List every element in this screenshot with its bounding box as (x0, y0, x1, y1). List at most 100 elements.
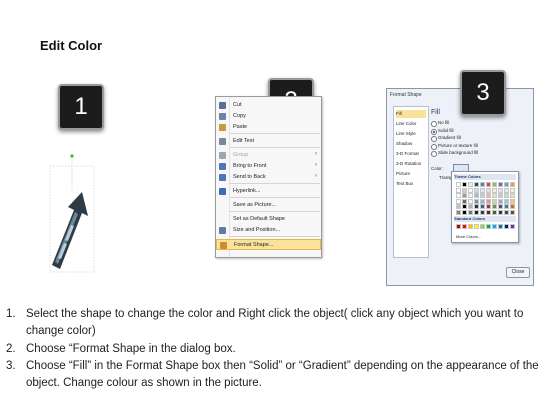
menu-item-edit-text[interactable]: Edit Text (216, 136, 321, 147)
theme-color-swatch[interactable] (462, 193, 467, 199)
theme-color-swatch[interactable] (486, 204, 491, 210)
fill-option-no-fill[interactable]: No fill (431, 120, 511, 127)
theme-color-swatch[interactable] (468, 204, 473, 210)
theme-color-swatch[interactable] (510, 210, 515, 215)
menu-item-send-to-back[interactable]: Send to Back › (216, 172, 321, 183)
standard-color-swatch[interactable] (510, 224, 515, 229)
theme-color-swatch[interactable] (480, 204, 485, 210)
theme-color-swatch[interactable] (468, 187, 473, 193)
theme-color-swatch[interactable] (510, 193, 515, 199)
theme-color-swatch[interactable] (456, 187, 461, 193)
theme-color-swatch[interactable] (456, 198, 461, 204)
menu-item-size-and-position[interactable]: Size and Position... (216, 225, 321, 236)
theme-color-swatch[interactable] (456, 204, 461, 210)
theme-color-swatch[interactable] (474, 187, 479, 193)
theme-color-swatch[interactable] (492, 210, 497, 215)
theme-color-swatch[interactable] (510, 204, 515, 210)
theme-color-swatch[interactable] (498, 193, 503, 199)
theme-color-swatch[interactable] (456, 193, 461, 199)
theme-color-swatch[interactable] (498, 198, 503, 204)
theme-color-swatch[interactable] (486, 210, 491, 215)
theme-color-swatch[interactable] (468, 198, 473, 204)
more-colors-link[interactable]: More Colors... (456, 234, 481, 239)
standard-color-swatch[interactable] (486, 224, 491, 229)
theme-color-swatch[interactable] (486, 198, 491, 204)
theme-color-swatch[interactable] (486, 193, 491, 199)
theme-color-swatch[interactable] (480, 210, 485, 215)
theme-color-swatch[interactable] (504, 187, 509, 193)
theme-color-swatch[interactable] (492, 198, 497, 204)
theme-color-swatch[interactable] (480, 187, 485, 193)
nav-item-shadow[interactable]: Shadow (396, 140, 426, 148)
theme-color-swatch[interactable] (468, 193, 473, 199)
menu-item-save-as-picture[interactable]: Save as Picture... (216, 200, 321, 211)
standard-color-swatch[interactable] (456, 224, 461, 229)
theme-color-swatch[interactable] (474, 204, 479, 210)
nav-item-3-d-rotation[interactable]: 3-D Rotation (396, 160, 426, 168)
theme-color-swatch[interactable] (486, 182, 491, 187)
theme-color-swatch[interactable] (498, 210, 503, 215)
theme-color-swatch[interactable] (492, 193, 497, 199)
standard-color-swatch[interactable] (492, 224, 497, 229)
theme-color-swatch[interactable] (462, 198, 467, 204)
theme-color-swatch[interactable] (498, 187, 503, 193)
theme-color-swatch[interactable] (492, 187, 497, 193)
theme-color-swatch[interactable] (474, 198, 479, 204)
standard-color-swatch[interactable] (462, 224, 467, 229)
theme-color-swatch[interactable] (510, 187, 515, 193)
standard-color-swatch[interactable] (480, 224, 485, 229)
fill-option-gradient-fill[interactable]: Gradient fill (431, 135, 511, 142)
nav-item-3-d-format[interactable]: 3-D Format (396, 150, 426, 158)
nav-item-line-style[interactable]: Line Style (396, 130, 426, 138)
theme-color-swatch[interactable] (480, 198, 485, 204)
theme-color-swatch[interactable] (468, 210, 473, 215)
menu-item-hyperlink[interactable]: Hyperlink... (216, 186, 321, 197)
theme-color-swatch[interactable] (462, 210, 467, 215)
theme-color-swatch[interactable] (474, 210, 479, 215)
menu-item-set-as-default-shape[interactable]: Set as Default Shape (216, 214, 321, 225)
theme-color-swatch[interactable] (504, 182, 509, 187)
nav-item-text-box[interactable]: Text Box (396, 180, 426, 188)
menu-item-paste[interactable]: Paste (216, 122, 321, 133)
standard-color-swatch[interactable] (504, 224, 509, 229)
menu-item-copy[interactable]: Copy (216, 111, 321, 122)
nav-item-picture[interactable]: Picture (396, 170, 426, 178)
theme-color-swatch[interactable] (462, 187, 467, 193)
fill-option-slide-background-fill[interactable]: Slide background fill (431, 150, 511, 157)
menu-item-bring-to-front[interactable]: Bring to Front › (216, 161, 321, 172)
nav-item-line-color[interactable]: Line Color (396, 120, 426, 128)
theme-color-swatch[interactable] (480, 193, 485, 199)
theme-color-swatch[interactable] (504, 204, 509, 210)
fill-option-solid-fill[interactable]: Solid fill (431, 128, 511, 135)
menu-item-group[interactable]: Group › (216, 150, 321, 161)
standard-color-swatch[interactable] (468, 224, 473, 229)
theme-color-swatch[interactable] (456, 210, 461, 215)
theme-color-swatch[interactable] (510, 182, 515, 187)
theme-color-swatch[interactable] (468, 182, 473, 187)
theme-color-swatch[interactable] (504, 210, 509, 215)
theme-color-swatch[interactable] (486, 187, 491, 193)
menu-item-format-shape[interactable]: Format Shape... (216, 239, 321, 250)
theme-color-swatch[interactable] (462, 204, 467, 210)
theme-color-swatch[interactable] (492, 204, 497, 210)
selected-arrow-shape[interactable] (44, 150, 104, 280)
theme-color-swatch[interactable] (492, 182, 497, 187)
theme-color-swatch[interactable] (474, 182, 479, 187)
theme-color-swatch[interactable] (498, 204, 503, 210)
theme-color-swatch[interactable] (456, 182, 461, 187)
close-button[interactable]: Close (506, 267, 530, 278)
theme-color-swatch[interactable] (474, 193, 479, 199)
submenu-arrow-icon: › (315, 151, 317, 157)
theme-color-swatch[interactable] (510, 198, 515, 204)
theme-color-swatch[interactable] (480, 182, 485, 187)
theme-color-swatch[interactable] (504, 198, 509, 204)
theme-color-swatch[interactable] (462, 182, 467, 187)
radio-label: Gradient fill (438, 135, 461, 140)
menu-item-cut[interactable]: Cut (216, 100, 321, 111)
nav-item-fill[interactable]: Fill (396, 110, 426, 118)
standard-color-swatch[interactable] (474, 224, 479, 229)
fill-option-picture-or-texture-fill[interactable]: Picture or texture fill (431, 143, 511, 150)
theme-color-swatch[interactable] (498, 182, 503, 187)
theme-color-swatch[interactable] (504, 193, 509, 199)
standard-color-swatch[interactable] (498, 224, 503, 229)
